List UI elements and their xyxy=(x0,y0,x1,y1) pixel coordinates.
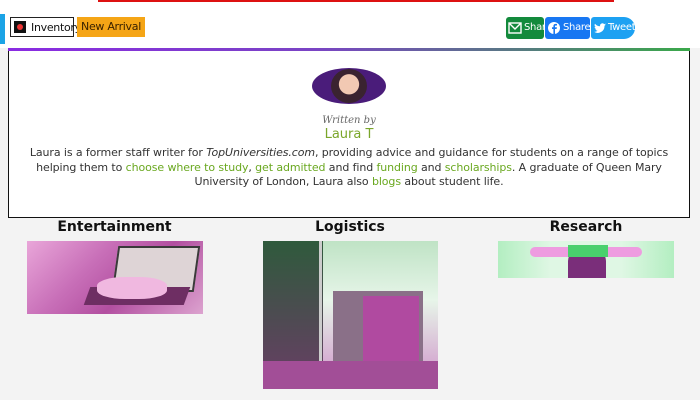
bio-text: and find xyxy=(325,160,377,174)
top-red-strip xyxy=(98,0,614,2)
facebook-share-button[interactable]: Share 0 xyxy=(545,17,600,39)
get-admitted-link[interactable]: get admitted xyxy=(255,161,325,174)
inventory-tag[interactable]: Inventory xyxy=(10,17,81,37)
scholarships-link[interactable]: scholarships xyxy=(445,161,512,174)
written-by-label: Written by xyxy=(322,115,376,126)
flag-icon xyxy=(14,21,26,33)
entertainment-thumbnail[interactable] xyxy=(27,241,203,314)
new-arrival-tag[interactable]: New Arrival xyxy=(77,17,145,37)
category-title-research[interactable]: Research xyxy=(498,219,674,235)
author-avatar xyxy=(312,68,388,106)
new-arrival-label: New Arrival xyxy=(81,20,141,33)
bio-text: about student life. xyxy=(400,175,504,188)
facebook-icon xyxy=(548,22,560,34)
bio-text: Laura is a former staff writer for xyxy=(29,146,207,159)
bio-text: and xyxy=(417,160,445,174)
category-title-logistics[interactable]: Logistics xyxy=(262,219,438,235)
choose-where-to-study-link[interactable]: choose where to study xyxy=(126,161,249,174)
research-thumbnail[interactable] xyxy=(498,241,674,278)
tweet-button[interactable]: Tweet xyxy=(591,17,636,39)
category-title-entertainment[interactable]: Entertainment xyxy=(26,219,203,235)
author-bio: Laura is a former staff writer for TopUn… xyxy=(23,146,675,190)
email-share-button[interactable]: Share xyxy=(506,17,552,39)
bio-site-name: TopUniversities.com xyxy=(206,146,315,159)
email-icon xyxy=(508,22,522,34)
tweet-label: Tweet xyxy=(608,22,636,33)
twitter-bird-icon xyxy=(594,23,606,33)
author-name[interactable]: Laura T xyxy=(9,127,689,142)
inventory-label: Inventory xyxy=(31,21,81,34)
logistics-thumbnail[interactable] xyxy=(263,241,438,389)
author-card: Written by Laura T Laura is a former sta… xyxy=(8,51,690,218)
left-edge-accent xyxy=(0,14,5,44)
funding-link[interactable]: funding xyxy=(376,161,417,174)
blogs-link[interactable]: blogs xyxy=(372,175,401,188)
